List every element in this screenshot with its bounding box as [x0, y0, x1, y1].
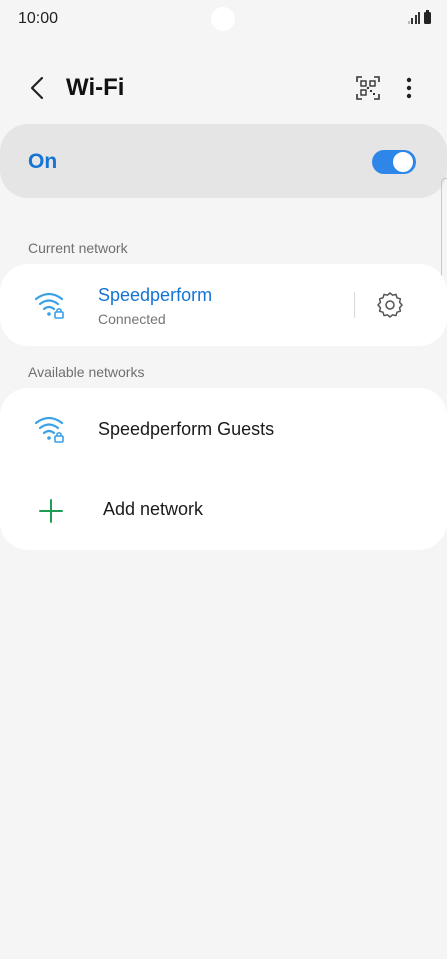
- status-bar: 10:00: [0, 0, 447, 40]
- wifi-master-switch[interactable]: On: [0, 124, 447, 198]
- current-network-status: Connected: [98, 311, 166, 327]
- current-network-name: Speedperform: [98, 285, 213, 305]
- available-networks-header: Available networks: [28, 364, 145, 380]
- status-icons: [407, 10, 431, 24]
- more-vert-icon: [406, 77, 412, 99]
- master-switch-label: On: [28, 150, 58, 173]
- status-time: 10:00: [18, 10, 59, 27]
- qr-code-icon: [356, 76, 380, 100]
- back-button[interactable]: [22, 72, 54, 104]
- qr-code-button[interactable]: [355, 75, 381, 101]
- add-network-label: Add network: [103, 499, 204, 519]
- wifi-lock-icon: [34, 292, 64, 319]
- battery-icon: [424, 10, 431, 24]
- app-bar: Wi-Fi: [0, 60, 447, 116]
- camera-cutout: [211, 7, 235, 31]
- available-network-name: Speedperform Guests: [98, 419, 275, 439]
- more-options-button[interactable]: [398, 74, 420, 102]
- plus-icon: [39, 499, 63, 523]
- signal-icon: [407, 12, 420, 24]
- add-network-button[interactable]: Add network: [0, 470, 447, 550]
- gear-icon: [377, 292, 403, 318]
- available-network-row[interactable]: Speedperform Guests: [0, 388, 447, 470]
- current-network-row[interactable]: Speedperform Connected: [0, 264, 350, 346]
- available-networks-card: Speedperform Guests Add network: [0, 388, 447, 550]
- back-arrow-icon: [30, 76, 44, 100]
- wifi-lock-icon: [34, 416, 64, 443]
- current-network-card: Speedperform Connected: [0, 264, 447, 346]
- toggle-knob: [392, 151, 414, 173]
- page-title: Wi-Fi: [66, 74, 125, 101]
- current-network-header: Current network: [28, 240, 128, 256]
- divider: [354, 292, 355, 318]
- network-settings-button[interactable]: [376, 291, 404, 319]
- wifi-toggle[interactable]: [372, 150, 416, 174]
